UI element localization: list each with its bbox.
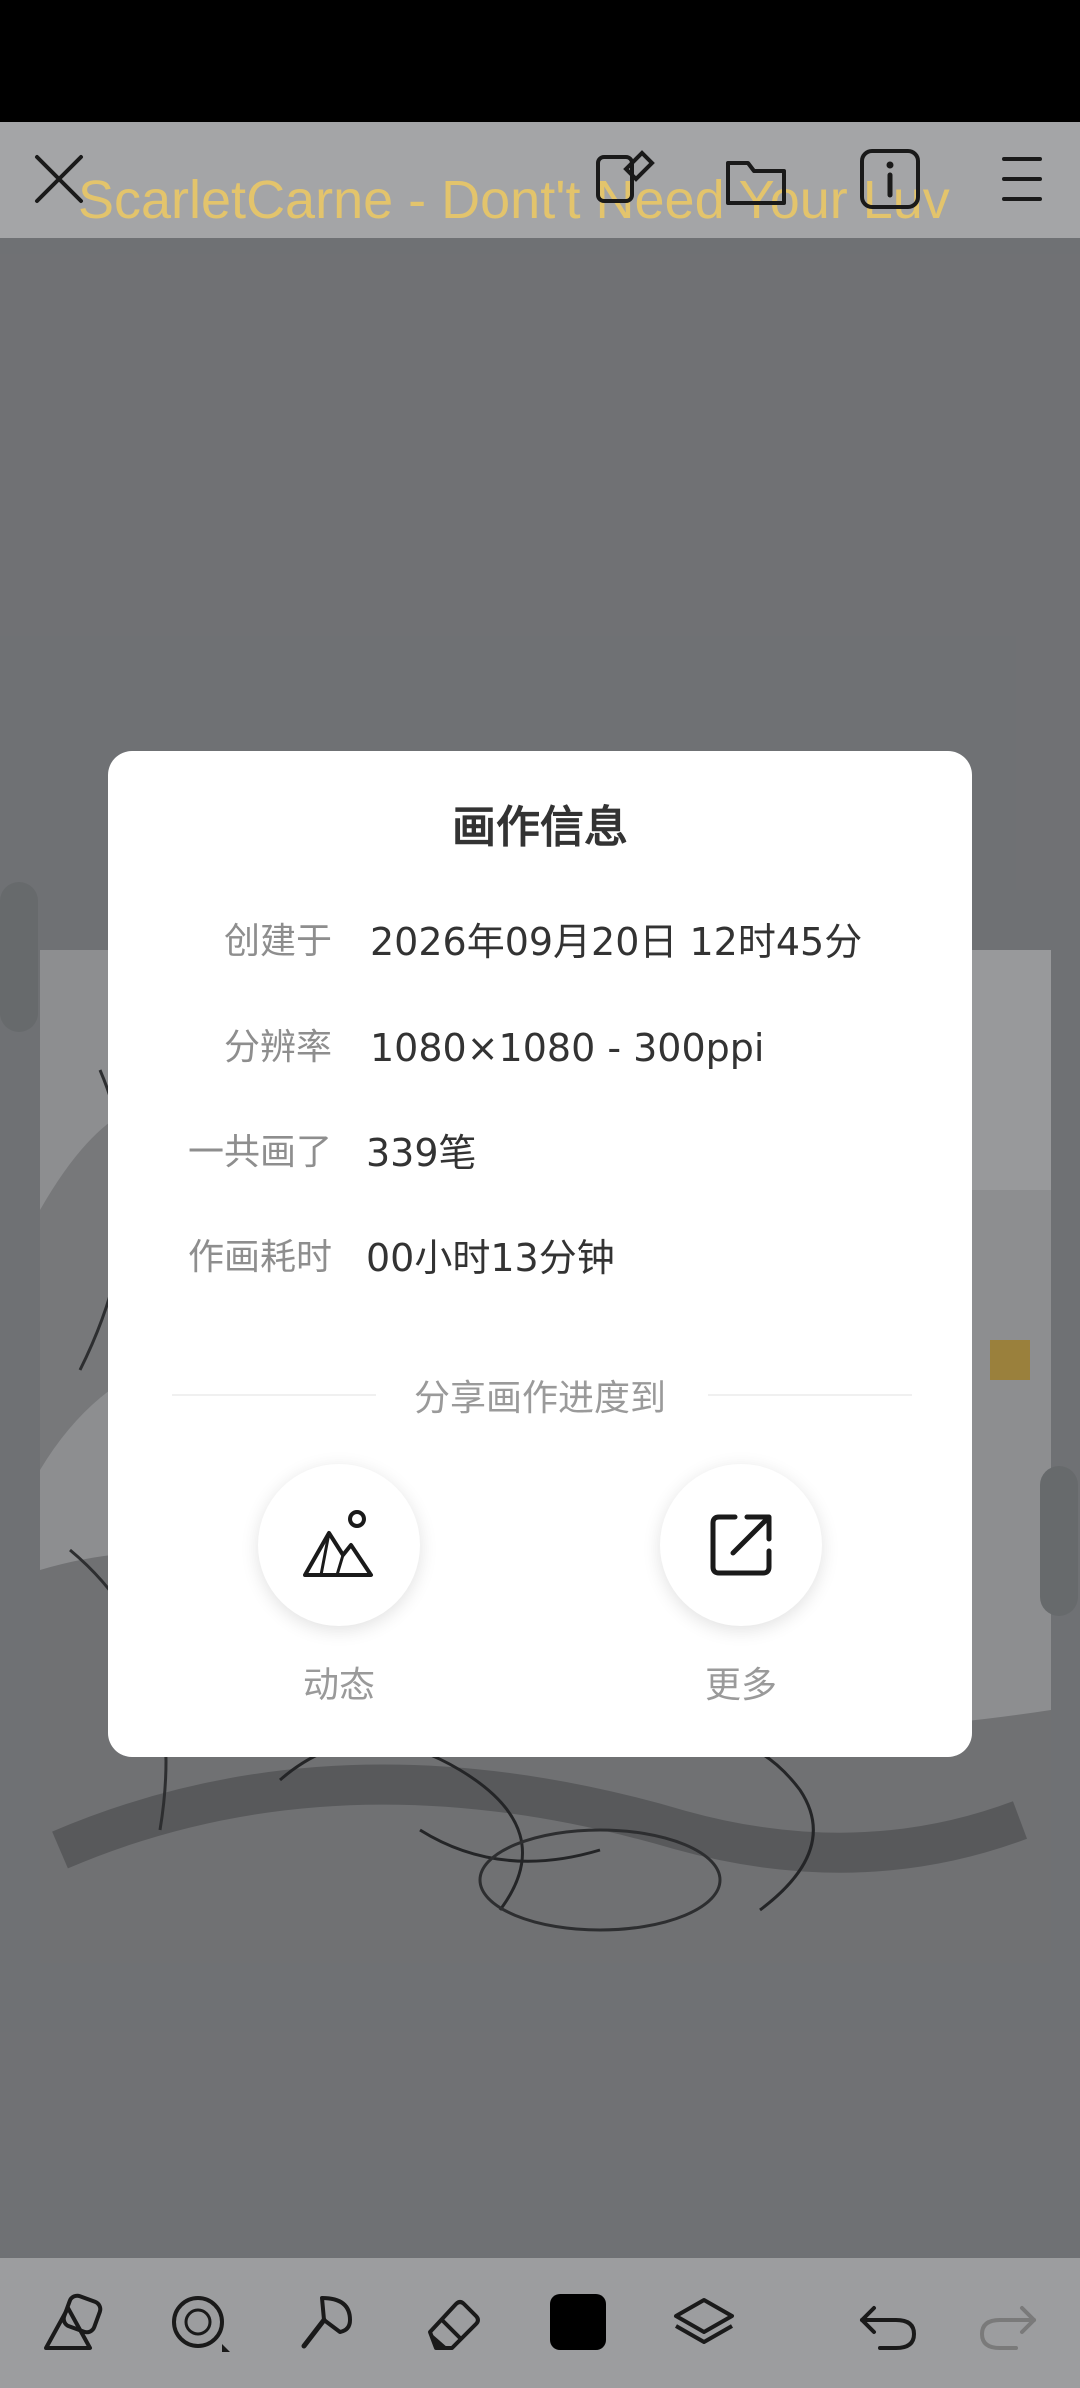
info-label: 一共画了 [187,1132,332,1173]
info-row-duration: 作画耗时 00小时13分钟 [108,1228,972,1288]
redo-icon[interactable] [976,2290,1040,2354]
left-size-slider-handle[interactable] [0,882,38,1032]
shapes-edit-icon[interactable] [590,145,658,213]
share-more-button[interactable]: 更多 [660,1464,841,1708]
info-value: 339笔 [366,1131,477,1175]
share-option-label: 更多 [704,1665,777,1706]
info-label: 作画耗时 [187,1237,332,1278]
dialog-title: 画作信息 [452,802,628,853]
brush-library-icon[interactable] [168,2290,232,2354]
eraser-icon[interactable] [420,2290,484,2354]
external-share-icon [710,1514,772,1576]
folder-icon[interactable] [722,145,790,213]
share-circle[interactable] [258,1464,420,1626]
info-row-created: 创建于 2026年09月20日 12时45分 [108,912,972,972]
brush-icon[interactable] [294,2290,358,2354]
close-icon[interactable] [25,145,93,213]
shape-tool-icon[interactable] [40,2290,104,2354]
info-row-resolution: 分辨率 1080×1080 - 300ppi [108,1018,972,1078]
status-bar [0,0,1080,122]
undo-icon[interactable] [856,2290,920,2354]
info-value: 1080×1080 - 300ppi [370,1026,765,1070]
artwork-info-dialog: 画作信息 创建于 2026年09月20日 12时45分 分辨率 1080×108… [108,751,972,1757]
info-value: 2026年09月20日 12时45分 [370,920,863,964]
divider [708,1394,912,1396]
info-icon[interactable] [856,145,924,213]
info-label: 创建于 [223,921,332,962]
menu-icon[interactable] [988,145,1056,213]
layers-icon[interactable] [672,2290,736,2354]
info-label: 分辨率 [223,1027,332,1068]
right-opacity-slider-handle[interactable] [1040,1466,1078,1616]
color-swatch-icon[interactable] [546,2290,610,2354]
info-row-strokes: 一共画了 339笔 [108,1123,972,1183]
mountain-photo-icon [303,1510,373,1577]
share-to-feed-button[interactable]: 动态 [258,1464,439,1708]
share-option-label: 动态 [302,1665,375,1706]
info-value: 00小时13分钟 [366,1236,615,1280]
share-circle[interactable] [660,1464,822,1626]
